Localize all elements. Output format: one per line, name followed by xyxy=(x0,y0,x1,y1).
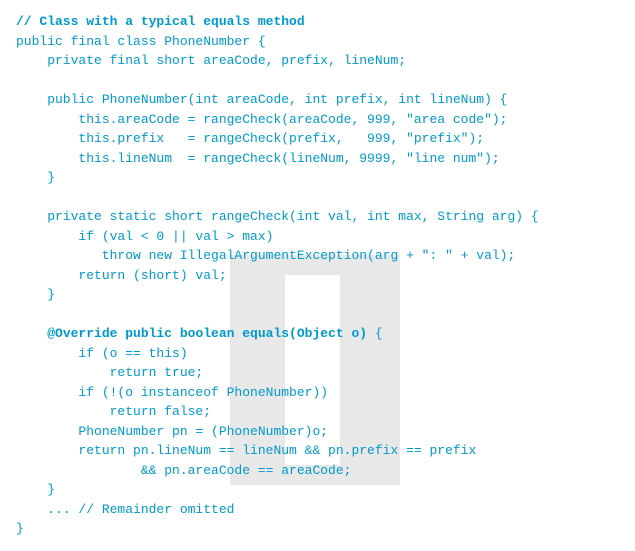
code-line: private final short areaCode, prefix, li… xyxy=(16,53,406,68)
code-line: } xyxy=(16,482,55,497)
code-line: public PhoneNumber(int areaCode, int pre… xyxy=(16,92,507,107)
code-block: // Class with a typical equals method pu… xyxy=(16,12,619,539)
code-line: && pn.areaCode == areaCode; xyxy=(16,463,351,478)
code-line: if (!(o instanceof PhoneNumber)) xyxy=(16,385,328,400)
code-line: return pn.lineNum == lineNum && pn.prefi… xyxy=(16,443,476,458)
code-line: } xyxy=(16,170,55,185)
code-line: throw new IllegalArgumentException(arg +… xyxy=(16,248,515,263)
code-line: { xyxy=(367,326,383,341)
code-line: this.prefix = rangeCheck(prefix, 999, "p… xyxy=(16,131,484,146)
code-line: return false; xyxy=(16,404,211,419)
code-line: public final class PhoneNumber { xyxy=(16,34,266,49)
code-line: PhoneNumber pn = (PhoneNumber)o; xyxy=(16,424,328,439)
code-line-bold: @Override public boolean equals(Object o… xyxy=(47,326,367,341)
code-line: return true; xyxy=(16,365,203,380)
code-line: if (o == this) xyxy=(16,346,188,361)
code-line: private static short rangeCheck(int val,… xyxy=(16,209,539,224)
code-line: } xyxy=(16,521,24,536)
code-line: this.lineNum = rangeCheck(lineNum, 9999,… xyxy=(16,151,500,166)
code-line: ... // Remainder omitted xyxy=(16,502,234,517)
code-line xyxy=(16,326,47,341)
code-line: } xyxy=(16,287,55,302)
code-line: return (short) val; xyxy=(16,268,227,283)
code-line: // Class with a typical equals method xyxy=(16,14,305,29)
code-line: if (val < 0 || val > max) xyxy=(16,229,273,244)
code-line: this.areaCode = rangeCheck(areaCode, 999… xyxy=(16,112,507,127)
